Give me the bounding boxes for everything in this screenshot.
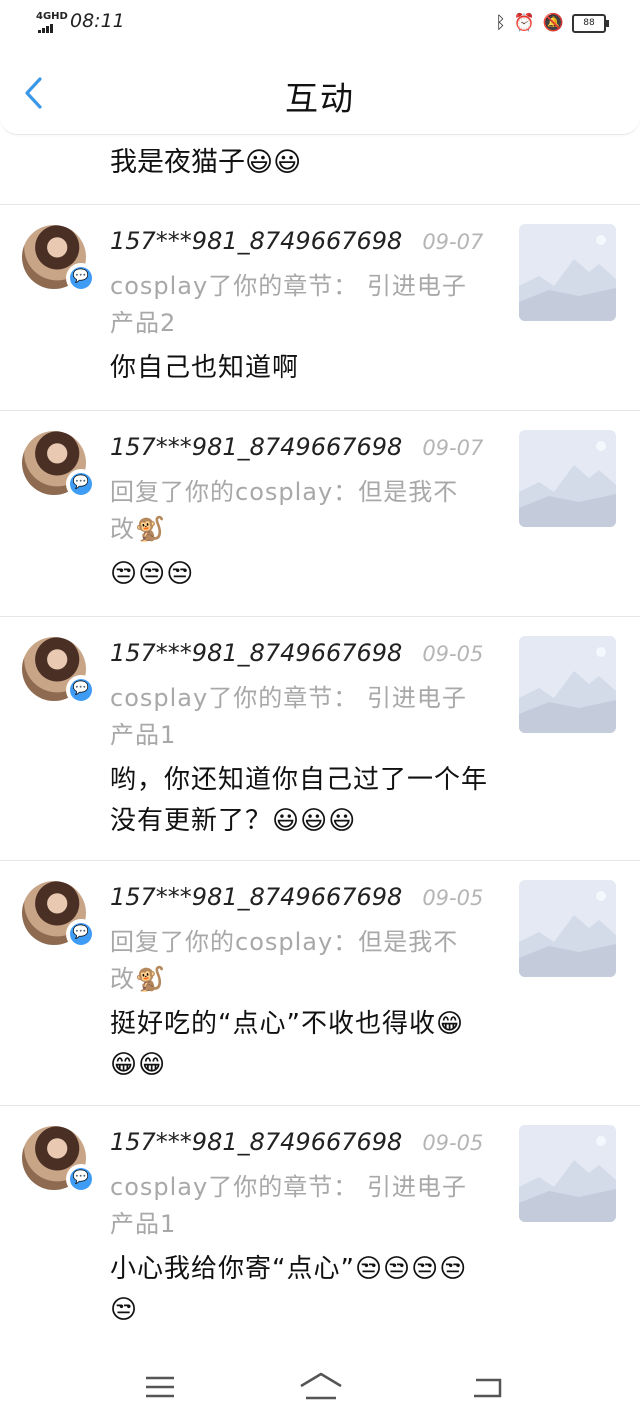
date: 09-05: [422, 642, 484, 666]
menu-icon[interactable]: [140, 1370, 180, 1404]
header: 互动: [0, 48, 640, 135]
date: 09-07: [422, 436, 484, 460]
item-message: 哟，你还知道你自己过了一个年没有更新了？😃😃😃: [110, 765, 489, 836]
list-item[interactable]: 💬 157***981_8749667698 09-05 cosplay了你的章节…: [0, 617, 640, 860]
previous-message: 我是夜猫子😃😃: [110, 147, 302, 178]
username[interactable]: 157***981_8749667698: [110, 433, 402, 461]
item-message: 你自己也知道啊: [110, 353, 300, 383]
item-message: 小心我给你寄“点心”😒😒😒😒😒: [110, 1254, 468, 1325]
date: 09-07: [422, 230, 484, 254]
thumbnail-image[interactable]: [519, 636, 616, 733]
comment-badge-icon: 💬: [66, 919, 96, 949]
username[interactable]: 157***981_8749667698: [110, 883, 402, 911]
thumbnail-image[interactable]: [519, 224, 616, 321]
item-subtitle: 回复了你的cosplay：但是我不改🐒: [110, 478, 459, 543]
item-message: 挺好吃的“点心”不收也得收😁😁😁: [110, 1009, 465, 1080]
item-subtitle: 回复了你的cosplay：但是我不改🐒: [110, 928, 459, 993]
comment-badge-icon: 💬: [66, 263, 96, 293]
alarm-icon: ⏰: [513, 13, 535, 33]
item-message: 😒😒😒: [110, 559, 195, 589]
list-item[interactable]: 💬 157***981_8749667698 09-05 回复了你的cosplay…: [0, 861, 640, 1105]
item-subtitle: cosplay了你的章节： 引进电子产品1: [110, 684, 467, 749]
list-item[interactable]: 💬 157***981_8749667698 09-07 回复了你的cosplay…: [0, 411, 640, 616]
item-subtitle: cosplay了你的章节： 引进电子产品1: [110, 1173, 467, 1238]
thumbnail-image[interactable]: [519, 1125, 616, 1222]
thumbnail-image[interactable]: [519, 880, 616, 977]
battery-icon: 88: [572, 13, 609, 33]
back-icon[interactable]: [468, 1370, 508, 1404]
page-title: 互动: [285, 79, 355, 118]
date: 09-05: [422, 1131, 484, 1155]
username[interactable]: 157***981_8749667698: [110, 227, 402, 255]
home-icon[interactable]: [298, 1370, 344, 1404]
mute-bell-icon: 🔕: [542, 13, 564, 33]
signal-icon: [38, 24, 53, 33]
date: 09-05: [422, 886, 484, 910]
bluetooth-icon: ᛒ: [495, 13, 506, 33]
comment-badge-icon: 💬: [66, 469, 96, 499]
list-item[interactable]: 💬 157***981_8749667698 09-07 cosplay了你的章节…: [0, 205, 640, 410]
comment-badge-icon: 💬: [66, 1164, 96, 1194]
username[interactable]: 157***981_8749667698: [110, 639, 402, 667]
status-bar: 4GHD 08:11 ᛒ ⏰ 🔕 88: [0, 0, 640, 48]
system-nav-bar: [0, 1360, 640, 1422]
username[interactable]: 157***981_8749667698: [110, 1128, 402, 1156]
comment-badge-icon: 💬: [66, 675, 96, 705]
status-time: 08:11: [70, 10, 125, 32]
item-subtitle: cosplay了你的章节： 引进电子产品2: [110, 272, 467, 337]
network-type: 4GHD: [36, 11, 68, 22]
list-item[interactable]: 💬 157***981_8749667698 09-05 cosplay了你的章节…: [0, 1106, 640, 1346]
thumbnail-image[interactable]: [519, 430, 616, 527]
